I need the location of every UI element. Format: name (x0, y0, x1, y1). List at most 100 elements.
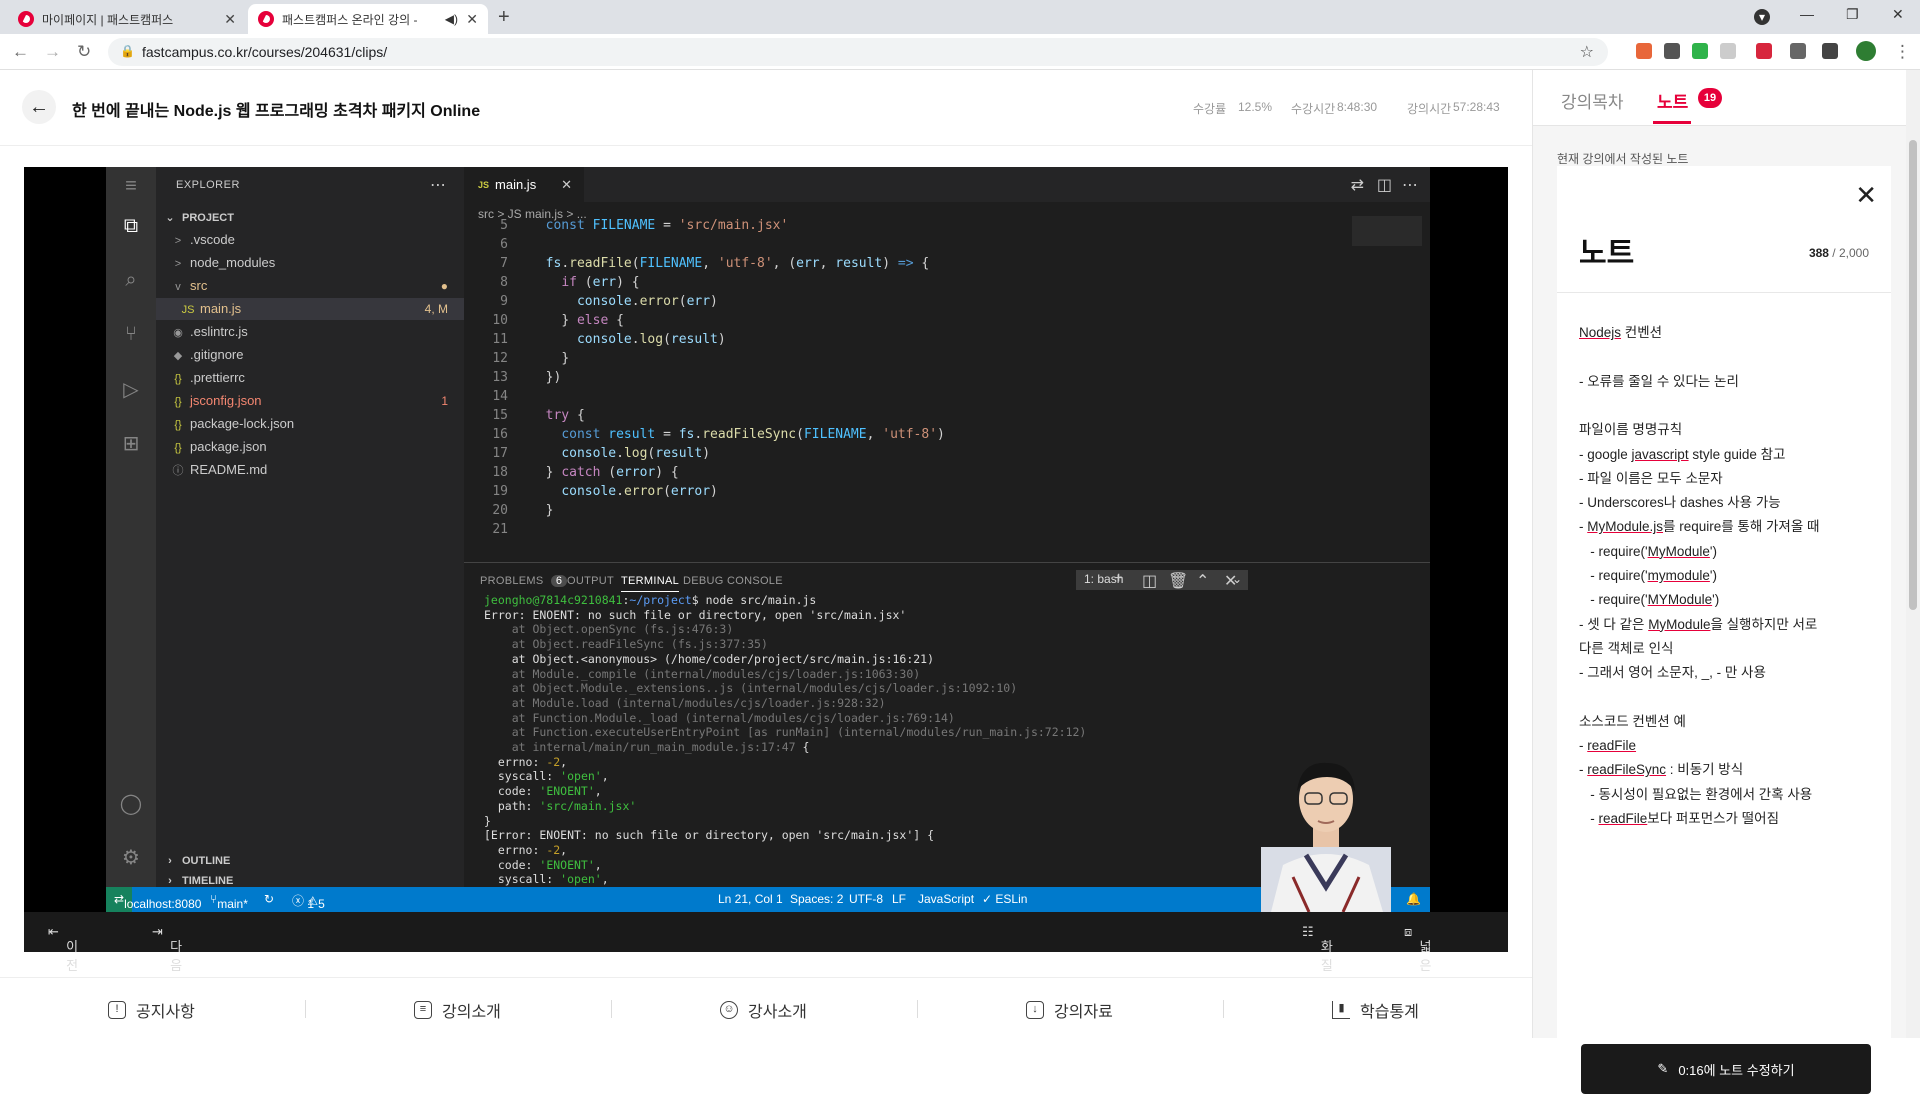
new-tab-icon[interactable]: + (498, 6, 510, 29)
url-input[interactable]: 🔒 fastcampus.co.kr/courses/204631/clips/… (108, 38, 1608, 66)
maximize-panel-icon[interactable]: ⌃ (1196, 571, 1209, 591)
problems-indicator[interactable]: ⓧ 1 ⚠ 5 (292, 892, 325, 911)
back-button[interactable]: ← (22, 90, 56, 124)
cursor-position[interactable]: Ln 21, Col 1 (718, 892, 783, 906)
explorer-item[interactable]: v src ● (156, 275, 464, 297)
nav-stats[interactable]: ▮ 학습통계 (1332, 998, 1419, 1022)
search-icon[interactable]: ⌕ (118, 269, 144, 295)
quality-settings-button[interactable]: ☷ 화질 설정 (1302, 924, 1333, 1011)
terminal-line: Error: ENOENT: no such file or directory… (484, 607, 907, 622)
nav-notice[interactable]: ! 공지사항 (108, 998, 195, 1022)
hamburger-menu-icon[interactable]: ≡ (118, 175, 144, 201)
code-line: 8 if (err) { (464, 273, 1404, 292)
explorer-item[interactable]: {} jsconfig.json 1 (156, 390, 464, 412)
code-line: 14 (464, 387, 1404, 406)
explorer-item[interactable]: ◉ .eslintrc.js (156, 321, 464, 343)
close-icon[interactable]: ✕ (561, 177, 572, 193)
sync-icon[interactable]: ↻ (264, 892, 274, 906)
bookmark-star-icon[interactable]: ☆ (1580, 42, 1594, 62)
minimize-icon[interactable]: — (1800, 6, 1814, 22)
explorer-item[interactable]: > .vscode (156, 229, 464, 251)
video-player[interactable]: ≡ ⧉ ⌕ ⑂ ▷ ⊞ ◯ ⚙ EXPLORER ⋯ ⌄ PROJECT > .vs… (24, 167, 1508, 912)
speaker-icon[interactable]: ◀) (445, 12, 458, 26)
profile-avatar-icon[interactable] (1856, 41, 1876, 61)
explorer-item[interactable]: JS main.js 4, M (156, 298, 464, 320)
prev-lecture-button[interactable]: ⇤ 이전 강의 (48, 924, 78, 1011)
explorer-item[interactable]: ⓘ README.md (156, 459, 464, 481)
explorer-icon[interactable]: ⧉ (118, 215, 144, 241)
back-icon[interactable]: ← (12, 42, 29, 62)
chevron-right-icon: › (168, 855, 172, 867)
trash-icon[interactable]: 🗑 (1168, 571, 1188, 591)
extension-icon[interactable] (1636, 43, 1652, 59)
split-editor-icon[interactable]: ◫ (1377, 175, 1392, 195)
run-debug-icon[interactable]: ▷ (118, 377, 144, 403)
nav-instructor[interactable]: ☺ 강사소개 (720, 998, 807, 1022)
more-menu-icon[interactable]: ⋮ (1894, 42, 1911, 62)
wide-screen-button[interactable]: ⧈ 넓은 화면 (1404, 924, 1431, 1011)
explorer-item[interactable]: ◆ .gitignore (156, 344, 464, 366)
close-window-icon[interactable]: ✕ (1892, 6, 1904, 23)
explorer-item[interactable]: {} .prettierrc (156, 367, 464, 389)
branch-indicator[interactable]: ⑂ main* (210, 892, 248, 911)
extensions-icon[interactable]: ⊞ (118, 431, 144, 457)
tab-note[interactable]: 노트 (1657, 88, 1688, 113)
terminal-output[interactable]: jeongho@7814c9210841:~/project$ node src… (464, 593, 1244, 888)
code-area[interactable]: 5 const FILENAME = 'src/main.jsx' 6 7 fs.r… (464, 216, 1384, 562)
split-terminal-icon[interactable]: ◫ (1142, 571, 1157, 591)
browser-tab-lecture[interactable]: 패스트캠퍼스 온라인 강의 - ◀) ✕ (248, 4, 488, 34)
explorer-item[interactable]: > node_modules (156, 252, 464, 274)
browser-tab-mypage[interactable]: 마이페이지 | 패스트캠퍼스 ✕ (8, 4, 246, 34)
language-mode[interactable]: JavaScript (918, 892, 974, 906)
tab-terminal[interactable]: TERMINAL (621, 575, 680, 592)
eslint-status[interactable]: ✓ ESLin (982, 892, 1027, 906)
project-folder[interactable]: ⌄ PROJECT (156, 207, 464, 229)
extension-icon[interactable] (1720, 43, 1736, 59)
tab-search-icon[interactable]: ▾ (1754, 9, 1770, 25)
extension-icon[interactable] (1692, 43, 1708, 59)
reload-icon[interactable]: ↻ (77, 42, 91, 62)
scrollbar[interactable] (1906, 70, 1920, 1038)
nav-course-intro[interactable]: ≡ 강의소개 (414, 998, 501, 1022)
close-icon[interactable]: ✕ (1855, 180, 1877, 211)
line-ending[interactable]: LF (892, 892, 906, 906)
settings-gear-icon[interactable]: ⚙ (118, 845, 144, 871)
explorer-item[interactable]: {} package.json (156, 436, 464, 458)
new-terminal-icon[interactable]: + (1114, 570, 1123, 588)
forward-icon[interactable]: → (44, 42, 61, 62)
tab-toc[interactable]: 강의목차 (1561, 88, 1624, 113)
close-tab-icon[interactable]: ✕ (466, 11, 478, 28)
close-panel-icon[interactable]: ✕ (1224, 571, 1237, 591)
maximize-icon[interactable]: ❐ (1846, 6, 1859, 23)
explorer-item-label: package-lock.json (190, 416, 295, 431)
account-icon[interactable]: ◯ (118, 791, 144, 817)
encoding[interactable]: UTF-8 (849, 892, 883, 906)
more-actions-icon[interactable]: ⋯ (1402, 175, 1418, 195)
reading-list-icon[interactable] (1822, 43, 1838, 59)
more-actions-icon[interactable]: ⋯ (430, 175, 446, 195)
explorer-item[interactable]: {} package-lock.json (156, 413, 464, 435)
extension-icon[interactable] (1756, 43, 1772, 59)
shell-select[interactable]: 1: bash ⌄ (1076, 570, 1248, 590)
remote-indicator[interactable]: ⇄ localhost:8080 (106, 887, 201, 912)
close-tab-icon[interactable]: ✕ (224, 11, 236, 28)
nav-materials[interactable]: ↓ 강의자료 (1026, 998, 1113, 1022)
tab-debug-console[interactable]: DEBUG CONSOLE (683, 575, 783, 587)
file-icon: {} (174, 373, 182, 385)
compare-icon[interactable]: ⇄ (1351, 175, 1364, 195)
outline-section[interactable]: › OUTLINE (156, 850, 464, 872)
edit-note-button[interactable]: ✎ 0:16에 노트 수정하기 (1581, 1044, 1871, 1094)
notification-bell-icon[interactable]: 🔔 (1406, 892, 1421, 906)
terminal-line: at Object.Module._extensions..js (intern… (484, 681, 1018, 696)
next-lecture-button[interactable]: ⇥ 다음 강의 (152, 924, 182, 1011)
puzzle-icon[interactable] (1790, 43, 1806, 59)
extension-icon[interactable] (1664, 43, 1680, 59)
source-control-icon[interactable]: ⑂ (118, 323, 144, 349)
scrollbar-thumb[interactable] (1909, 140, 1917, 610)
indentation[interactable]: Spaces: 2 (790, 892, 843, 906)
code-editor[interactable]: JS main.js ✕ ⇄ ◫ ⋯ src > JS main.js > ..… (464, 167, 1430, 562)
terminal-line: code: 'ENOENT', (484, 784, 602, 799)
tab-output[interactable]: OUTPUT (567, 575, 614, 587)
tab-problems[interactable]: PROBLEMS 6 (480, 575, 568, 587)
editor-tab-main-js[interactable]: JS main.js ✕ (464, 167, 584, 202)
